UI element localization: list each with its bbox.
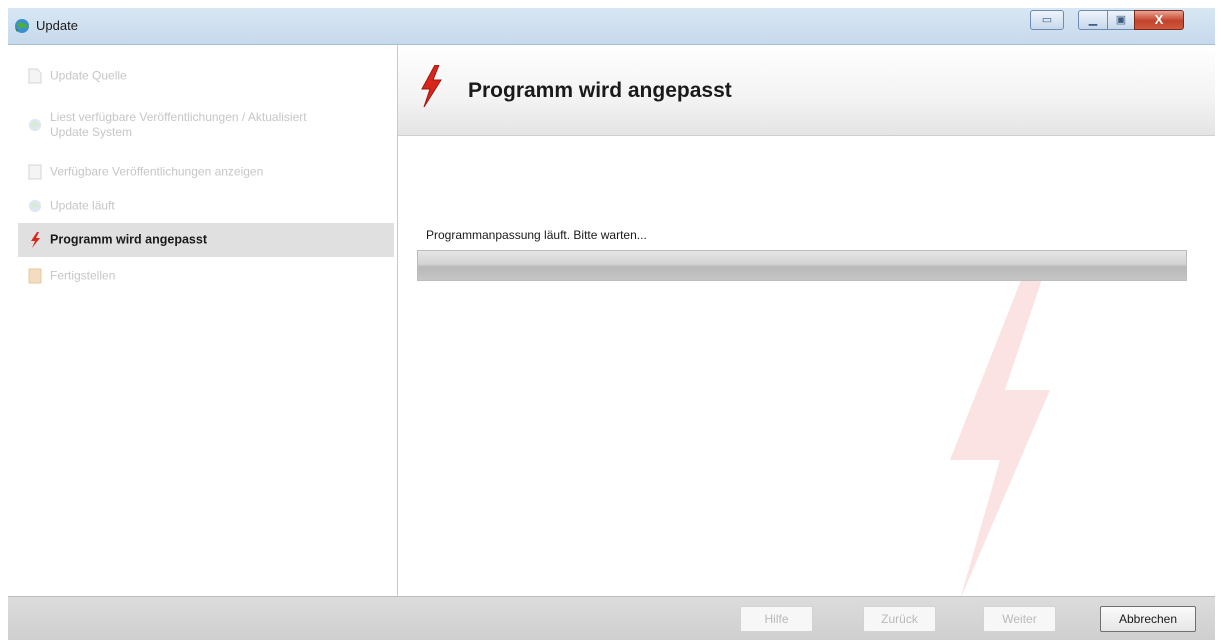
step-update-laeuft: Update läuft bbox=[18, 189, 394, 223]
list-icon bbox=[28, 164, 42, 180]
maximize-button[interactable]: ▣ bbox=[1107, 10, 1135, 30]
restore-icon: ▭ bbox=[1041, 14, 1053, 26]
step-liest-veroeffentlichungen: Liest verfügbare Veröffentlichungen / Ak… bbox=[18, 105, 394, 145]
step-programm-angepasst: Programm wird angepasst bbox=[18, 223, 394, 257]
step-label: Fertigstellen bbox=[50, 268, 116, 283]
book-icon bbox=[28, 268, 42, 284]
maximize-icon: ▣ bbox=[1115, 14, 1127, 26]
step-label: Update Quelle bbox=[50, 68, 127, 83]
wizard-footer: Hilfe Zurück Weiter Abbrechen bbox=[8, 596, 1215, 640]
help-button[interactable]: Hilfe bbox=[740, 606, 813, 632]
minimize-button[interactable]: ▁ bbox=[1078, 10, 1108, 30]
document-icon bbox=[28, 68, 42, 84]
status-text: Programmanpassung läuft. Bitte warten... bbox=[426, 228, 647, 242]
step-label: Update läuft bbox=[50, 198, 115, 213]
lightning-icon bbox=[31, 232, 40, 248]
step-header: Programm wird angepasst bbox=[398, 45, 1215, 136]
step-label: Verfügbare Veröffentlichungen anzeigen bbox=[50, 164, 264, 179]
progress-bar bbox=[417, 250, 1187, 281]
step-update-quelle: Update Quelle bbox=[18, 59, 394, 93]
step-label: Programm wird angepasst bbox=[50, 232, 207, 247]
update-window: Update ▭ ▁ ▣ X Update Quelle Liest verfü… bbox=[0, 0, 1221, 640]
step-fertigstellen: Fertigstellen bbox=[18, 259, 394, 293]
close-icon: X bbox=[1154, 12, 1164, 27]
help-window-button[interactable]: ▭ bbox=[1030, 10, 1064, 30]
globe-icon bbox=[28, 199, 42, 213]
step-verfuegbare-anzeigen: Verfügbare Veröffentlichungen anzeigen bbox=[18, 155, 394, 189]
window-title: Update bbox=[36, 18, 78, 33]
page-title: Programm wird angepasst bbox=[468, 79, 732, 102]
step-label: Liest verfügbare Veröffentlichungen / Ak… bbox=[50, 110, 307, 139]
close-button[interactable]: X bbox=[1134, 10, 1184, 30]
wizard-steps-sidebar: Update Quelle Liest verfügbare Veröffent… bbox=[8, 45, 398, 596]
title-bar[interactable]: Update ▭ ▁ ▣ X bbox=[8, 8, 1215, 45]
update-globe-icon bbox=[15, 19, 29, 33]
back-button[interactable]: Zurück bbox=[863, 606, 936, 632]
cancel-button[interactable]: Abbrechen bbox=[1100, 606, 1196, 632]
lightning-watermark-icon bbox=[950, 270, 1050, 600]
lightning-icon bbox=[421, 65, 442, 107]
globe-icon bbox=[28, 118, 42, 132]
minimize-icon: ▁ bbox=[1088, 14, 1098, 26]
next-button[interactable]: Weiter bbox=[983, 606, 1056, 632]
